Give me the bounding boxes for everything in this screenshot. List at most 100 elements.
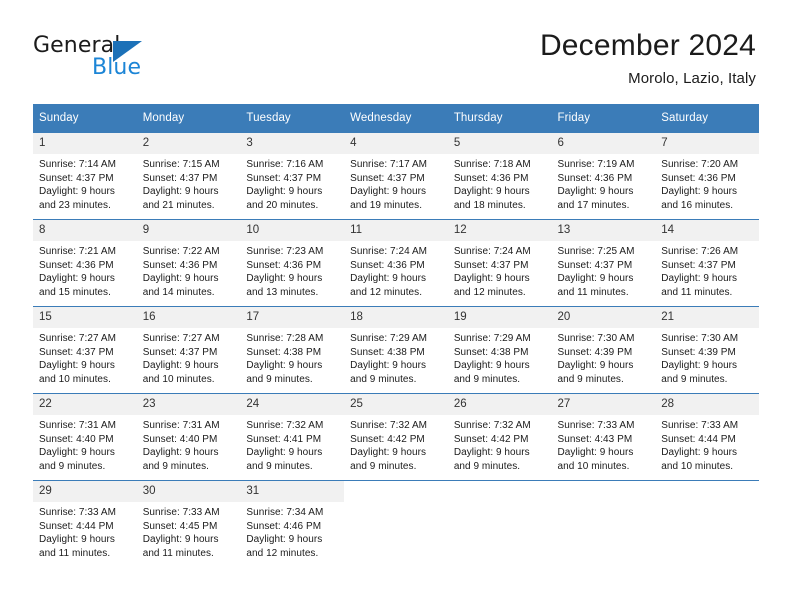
sunset-text: Sunset: 4:36 PM xyxy=(557,172,633,184)
sunrise-text: Sunrise: 7:29 AM xyxy=(453,333,531,344)
daylight-text: Daylight: 9 hours xyxy=(246,360,323,372)
calendar-day-cell[interactable]: 21 Sunrise: 7:30 AM Sunset: 4:39 PM Dayligh… xyxy=(655,306,759,394)
weekday-header-wednesday: Wednesday xyxy=(344,104,448,133)
day-cell-inner: 21 Sunrise: 7:30 AM Sunset: 4:39 PM Dayligh… xyxy=(655,307,759,393)
calendar-day-cell[interactable]: 30 Sunrise: 7:33 AM Sunset: 4:45 PM Dayligh… xyxy=(136,480,241,563)
day-number: 30 xyxy=(136,481,241,502)
calendar-day-cell[interactable]: 11 Sunrise: 7:24 AM Sunset: 4:36 PM Dayligh… xyxy=(344,219,448,307)
calendar-day-cell[interactable]: 27 Sunrise: 7:33 AM Sunset: 4:43 PM Dayligh… xyxy=(551,393,656,481)
calendar-day-cell[interactable]: 28 Sunrise: 7:33 AM Sunset: 4:44 PM Dayligh… xyxy=(655,393,759,484)
calendar-day-cell[interactable]: 15 Sunrise: 7:27 AM Sunset: 4:37 PM Dayligh… xyxy=(33,306,137,397)
day-cell-inner: 25 Sunrise: 7:32 AM Sunset: 4:42 PM Dayligh… xyxy=(344,394,448,480)
calendar-day-cell[interactable]: 24 Sunrise: 7:32 AM Sunset: 4:41 PM Dayligh… xyxy=(240,393,345,481)
calendar-day-cell[interactable]: 31 Sunrise: 7:34 AM Sunset: 4:46 PM Dayligh… xyxy=(240,480,345,563)
calendar-day-cell[interactable]: 8 Sunrise: 7:21 AM Sunset: 4:36 PM Daylight… xyxy=(33,219,137,307)
sunset-text: Sunset: 4:38 PM xyxy=(453,346,529,358)
daylight-text: and 21 minutes. xyxy=(142,199,215,211)
daylight-text: and 9 minutes. xyxy=(350,373,417,385)
day-details: Sunrise: 7:31 AM Sunset: 4:40 PM Daylight:… xyxy=(137,415,241,484)
daylight-text: and 9 minutes. xyxy=(142,460,209,472)
daylight-text: and 16 minutes. xyxy=(661,199,734,211)
day-number: 31 xyxy=(240,481,345,502)
day-details: Sunrise: 7:29 AM Sunset: 4:38 PM Daylight:… xyxy=(448,328,552,397)
sunrise-text: Sunrise: 7:31 AM xyxy=(39,420,116,431)
calendar-day-cell[interactable]: 14 Sunrise: 7:26 AM Sunset: 4:37 PM Dayligh… xyxy=(655,219,759,310)
daylight-text: and 10 minutes. xyxy=(39,373,111,385)
day-cell-inner: 2 Sunrise: 7:15 AM Sunset: 4:37 PM Daylight… xyxy=(136,133,241,219)
day-number: 22 xyxy=(33,394,137,415)
calendar-day-cell[interactable]: 1 Sunrise: 7:14 AM Sunset: 4:37 PM Daylight… xyxy=(33,132,137,220)
day-details: Sunrise: 7:22 AM Sunset: 4:36 PM Daylight:… xyxy=(137,241,241,310)
calendar-day-cell[interactable]: 22 Sunrise: 7:31 AM Sunset: 4:40 PM Dayligh… xyxy=(33,393,137,481)
calendar-day-cell[interactable]: 6 Sunrise: 7:19 AM Sunset: 4:36 PM Daylight… xyxy=(551,132,656,220)
daylight-text: and 12 minutes. xyxy=(453,286,526,298)
calendar-day-cell[interactable]: 3 Sunrise: 7:16 AM Sunset: 4:37 PM Daylight… xyxy=(240,132,345,220)
calendar-day-cell[interactable]: 16 Sunrise: 7:27 AM Sunset: 4:37 PM Dayligh… xyxy=(136,306,241,394)
day-cell-inner: 22 Sunrise: 7:31 AM Sunset: 4:40 PM Dayligh… xyxy=(33,394,137,480)
day-number: 1 xyxy=(33,133,137,154)
calendar-day-cell[interactable]: 10 Sunrise: 7:23 AM Sunset: 4:36 PM Dayligh… xyxy=(240,219,345,310)
sunset-text: Sunset: 4:46 PM xyxy=(246,520,322,532)
daylight-text: Daylight: 9 hours xyxy=(142,186,219,198)
day-number: 28 xyxy=(655,394,759,415)
sunrise-text: Sunrise: 7:34 AM xyxy=(246,507,324,518)
day-details: Sunrise: 7:30 AM Sunset: 4:39 PM Daylight:… xyxy=(552,328,656,397)
sunset-text: Sunset: 4:36 PM xyxy=(246,259,322,271)
calendar-day-cell[interactable]: 23 Sunrise: 7:31 AM Sunset: 4:40 PM Dayligh… xyxy=(136,393,241,484)
day-details: Sunrise: 7:23 AM Sunset: 4:36 PM Daylight:… xyxy=(240,241,344,310)
day-cell-inner: 5 Sunrise: 7:18 AM Sunset: 4:36 PM Daylight… xyxy=(447,133,552,219)
calendar-week-row: 22 Sunrise: 7:31 AM Sunset: 4:40 PM Dayligh… xyxy=(33,393,759,484)
day-details: Sunrise: 7:33 AM Sunset: 4:44 PM Daylight:… xyxy=(655,415,759,484)
day-cell-inner: 3 Sunrise: 7:16 AM Sunset: 4:37 PM Daylight… xyxy=(240,133,345,219)
daylight-text: Daylight: 9 hours xyxy=(453,447,530,459)
calendar-day-cell[interactable]: 2 Sunrise: 7:15 AM Sunset: 4:37 PM Daylight… xyxy=(136,132,241,220)
day-number: 17 xyxy=(240,307,345,328)
day-cell-inner xyxy=(655,481,759,563)
calendar-day-cell[interactable]: 5 Sunrise: 7:18 AM Sunset: 4:36 PM Daylight… xyxy=(447,132,552,220)
day-details: Sunrise: 7:26 AM Sunset: 4:37 PM Daylight:… xyxy=(655,241,759,310)
weekday-header-monday: Monday xyxy=(136,104,241,133)
calendar-week-row: 29 Sunrise: 7:33 AM Sunset: 4:44 PM Dayligh… xyxy=(33,480,759,563)
calendar-day-cell[interactable]: 29 Sunrise: 7:33 AM Sunset: 4:44 PM Dayligh… xyxy=(33,480,137,563)
calendar-day-cell[interactable]: 9 Sunrise: 7:22 AM Sunset: 4:36 PM Daylight… xyxy=(136,219,241,310)
daylight-text: Daylight: 9 hours xyxy=(661,360,738,372)
calendar-day-cell[interactable]: 13 Sunrise: 7:25 AM Sunset: 4:37 PM Dayligh… xyxy=(551,219,656,307)
sunrise-text: Sunrise: 7:33 AM xyxy=(142,507,220,518)
calendar-day-cell[interactable]: 7 Sunrise: 7:20 AM Sunset: 4:36 PM Daylight… xyxy=(655,132,759,220)
day-details: Sunrise: 7:33 AM Sunset: 4:44 PM Daylight:… xyxy=(33,502,137,571)
calendar-day-cell[interactable]: 4 Sunrise: 7:17 AM Sunset: 4:37 PM Daylight… xyxy=(344,132,448,220)
calendar-day-cell[interactable]: 20 Sunrise: 7:30 AM Sunset: 4:39 PM Dayligh… xyxy=(551,306,656,397)
calendar-day-cell[interactable]: 26 Sunrise: 7:32 AM Sunset: 4:42 PM Dayligh… xyxy=(447,393,552,481)
daylight-text: and 11 minutes. xyxy=(661,286,733,298)
day-details: Sunrise: 7:27 AM Sunset: 4:37 PM Daylight:… xyxy=(33,328,137,397)
sunset-text: Sunset: 4:45 PM xyxy=(142,520,218,532)
sunset-text: Sunset: 4:38 PM xyxy=(350,346,425,358)
sunrise-text: Sunrise: 7:32 AM xyxy=(453,420,531,431)
sunrise-text: Sunrise: 7:21 AM xyxy=(39,246,116,257)
sunset-text: Sunset: 4:40 PM xyxy=(39,433,114,445)
sunrise-text: Sunrise: 7:24 AM xyxy=(350,246,428,257)
calendar-day-cell[interactable]: 25 Sunrise: 7:32 AM Sunset: 4:42 PM Dayligh… xyxy=(344,393,448,481)
day-details xyxy=(344,502,448,571)
daylight-text: and 12 minutes. xyxy=(246,547,319,559)
calendar-day-cell[interactable]: 17 Sunrise: 7:28 AM Sunset: 4:38 PM Dayligh… xyxy=(240,306,345,394)
daylight-text: Daylight: 9 hours xyxy=(557,273,634,285)
day-number xyxy=(551,481,656,502)
calendar-day-cell[interactable]: 18 Sunrise: 7:29 AM Sunset: 4:38 PM Dayligh… xyxy=(344,306,448,394)
day-cell-inner: 30 Sunrise: 7:33 AM Sunset: 4:45 PM Dayligh… xyxy=(136,481,241,563)
sunset-text: Sunset: 4:39 PM xyxy=(557,346,633,358)
day-number: 25 xyxy=(344,394,448,415)
general-blue-logo[interactable]: General Blue xyxy=(33,33,213,85)
sunset-text: Sunset: 4:39 PM xyxy=(661,346,736,358)
daylight-text: and 9 minutes. xyxy=(350,460,417,472)
daylight-text: Daylight: 9 hours xyxy=(39,360,115,372)
day-number: 8 xyxy=(33,220,137,241)
calendar-week-row: 8 Sunrise: 7:21 AM Sunset: 4:36 PM Daylight… xyxy=(33,219,759,310)
calendar-day-cell[interactable]: 19 Sunrise: 7:29 AM Sunset: 4:38 PM Dayligh… xyxy=(447,306,552,397)
day-cell-inner: 29 Sunrise: 7:33 AM Sunset: 4:44 PM Dayligh… xyxy=(33,481,137,563)
calendar-day-cell[interactable]: 12 Sunrise: 7:24 AM Sunset: 4:37 PM Dayligh… xyxy=(447,219,552,307)
sunset-text: Sunset: 4:37 PM xyxy=(557,259,633,271)
sunset-text: Sunset: 4:37 PM xyxy=(661,259,736,271)
sunrise-text: Sunrise: 7:23 AM xyxy=(246,246,324,257)
daylight-text: and 23 minutes. xyxy=(39,199,111,211)
